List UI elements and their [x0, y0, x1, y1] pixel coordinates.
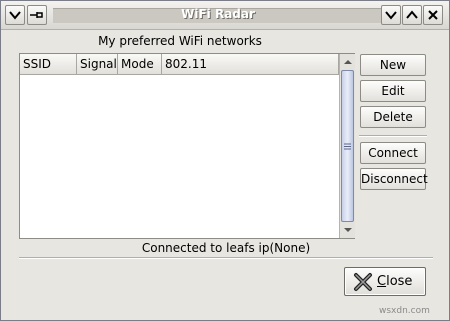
chevron-down-icon: [9, 11, 21, 20]
title-bar[interactable]: WiFi Radar: [1, 1, 449, 30]
vertical-scrollbar[interactable]: [339, 54, 355, 238]
scroll-down-button[interactable]: [340, 223, 355, 237]
scrollbar-thumb[interactable]: [341, 70, 354, 222]
status-separator: [19, 257, 433, 259]
close-label-rest: lose: [386, 274, 413, 289]
close-button-label: Close: [377, 272, 412, 292]
watermark: wsxdn.com: [379, 306, 430, 316]
pin-button[interactable]: [27, 5, 47, 25]
minimize-button[interactable]: [381, 5, 401, 25]
connect-button[interactable]: Connect: [360, 142, 426, 164]
column-header-ssid[interactable]: SSID: [20, 54, 77, 75]
delete-button[interactable]: Delete: [360, 106, 426, 128]
preferred-networks-list[interactable]: SSID Signal Mode 802.11: [19, 53, 355, 239]
window-title: WiFi Radar: [181, 7, 255, 21]
column-header-80211[interactable]: 802.11: [162, 54, 339, 75]
window-menu-button[interactable]: [5, 5, 25, 25]
scroll-up-button[interactable]: [340, 55, 355, 69]
column-header-signal[interactable]: Signal: [77, 54, 118, 75]
maximize-button[interactable]: [402, 5, 422, 25]
connection-status: Connected to leafs ip(None): [141, 241, 311, 255]
close-button[interactable]: Close: [344, 267, 426, 296]
disconnect-button[interactable]: Disconnect: [360, 168, 428, 190]
close-window-button[interactable]: [423, 5, 443, 25]
close-icon: [428, 10, 438, 20]
arrow-up-icon: [343, 60, 352, 64]
chevron-up-icon: [406, 10, 418, 19]
close-mnemonic: C: [377, 274, 387, 289]
edit-button[interactable]: Edit: [360, 80, 426, 102]
pin-icon: [30, 12, 43, 18]
button-separator: [359, 135, 427, 137]
new-button[interactable]: New: [360, 54, 426, 76]
chevron-down-icon: [385, 11, 397, 20]
list-heading: My preferred WiFi networks: [98, 34, 262, 48]
wifi-radar-window: WiFi Radar My preferred WiFi networks SS…: [0, 0, 450, 321]
close-icon: [354, 273, 372, 291]
column-header-mode[interactable]: Mode: [118, 54, 162, 75]
grip-icon: [344, 143, 351, 149]
arrow-down-icon: [343, 228, 352, 232]
